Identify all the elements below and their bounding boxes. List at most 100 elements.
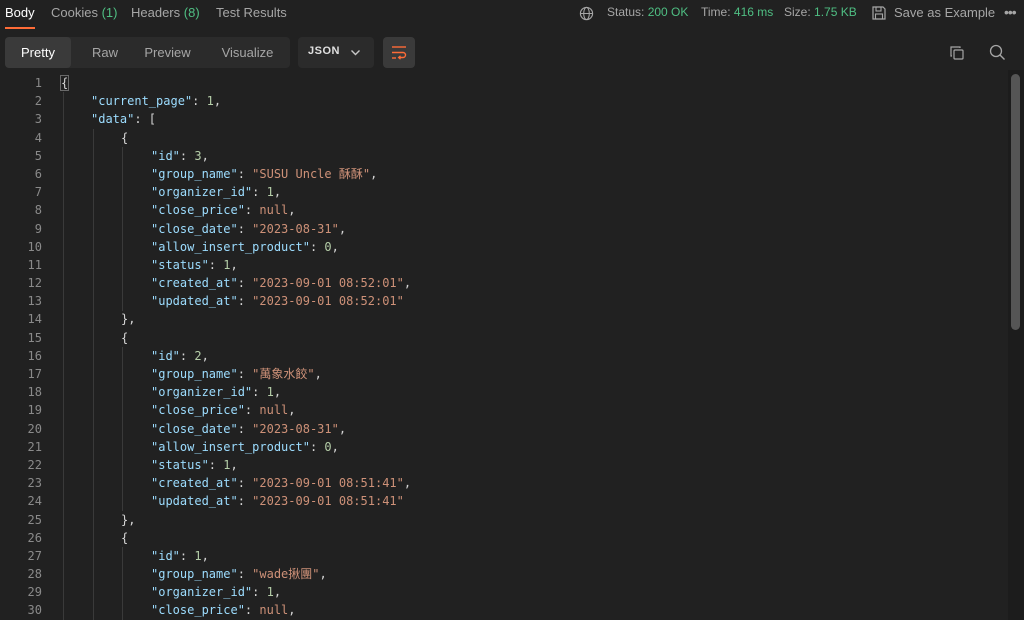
json-token: : [ bbox=[134, 112, 157, 127]
json-token: , bbox=[288, 603, 296, 618]
tab-headers[interactable]: Headers (8) bbox=[131, 5, 200, 20]
tab-test-results[interactable]: Test Results bbox=[216, 5, 287, 20]
code-text: "updated_at": "2023-09-01 08:52:01" bbox=[151, 292, 404, 310]
json-token: : bbox=[237, 276, 253, 291]
code-line: 4{ bbox=[0, 129, 1008, 147]
code-line: 17 "group_name": "萬象水餃", bbox=[0, 365, 1008, 383]
line-number: 12 bbox=[27, 276, 42, 291]
line-number: 6 bbox=[34, 166, 42, 181]
view-raw-button[interactable]: Raw bbox=[71, 37, 139, 68]
code-text: "created_at": "2023-09-01 08:51:41", bbox=[151, 474, 411, 492]
more-icon[interactable]: ••• bbox=[1004, 4, 1017, 20]
code-line: 19 "close_price": null, bbox=[0, 401, 1008, 419]
json-token: 1 bbox=[194, 548, 202, 563]
json-token: "data" bbox=[91, 112, 135, 127]
code-text: "id": 3, bbox=[151, 147, 209, 165]
line-number: 20 bbox=[27, 421, 42, 436]
code-text: "created_at": "2023-09-01 08:52:01", bbox=[151, 274, 411, 292]
json-token: , bbox=[370, 166, 378, 181]
code-line: 16 "id": 2, bbox=[0, 347, 1008, 365]
json-token: "updated_at" bbox=[151, 494, 238, 509]
json-token: "status" bbox=[151, 257, 209, 272]
json-token: , bbox=[230, 457, 238, 472]
json-token: , bbox=[331, 239, 339, 254]
line-number: 30 bbox=[27, 603, 42, 618]
view-visualize-button[interactable]: Visualize bbox=[216, 37, 279, 68]
status-label: Status: bbox=[607, 5, 645, 19]
cookies-count: (1) bbox=[101, 5, 118, 20]
line-number: 27 bbox=[27, 548, 42, 563]
code-line: 8 "close_price": null, bbox=[0, 201, 1008, 219]
code-text: { bbox=[121, 129, 128, 147]
json-token: "wade揪團" bbox=[252, 567, 320, 582]
json-token: 0 bbox=[324, 239, 332, 254]
code-line: 21 "allow_insert_product": 0, bbox=[0, 438, 1008, 456]
json-token: , bbox=[288, 203, 296, 218]
globe-icon[interactable] bbox=[579, 6, 594, 21]
json-token: , bbox=[213, 94, 222, 109]
format-select[interactable]: JSON bbox=[298, 37, 374, 68]
time-info[interactable]: Time: 416 ms bbox=[701, 5, 773, 19]
wrap-lines-button[interactable] bbox=[383, 37, 415, 68]
view-pretty-button[interactable]: Pretty bbox=[5, 37, 71, 68]
json-token: 3 bbox=[194, 148, 202, 163]
code-text: "close_price": null, bbox=[151, 201, 296, 219]
line-number: 14 bbox=[27, 312, 42, 327]
json-token: , bbox=[288, 403, 296, 418]
json-token: "close_date" bbox=[151, 221, 238, 236]
copy-icon[interactable] bbox=[949, 45, 965, 61]
code-line: 25}, bbox=[0, 511, 1008, 529]
search-icon[interactable] bbox=[989, 44, 1006, 61]
json-token: "created_at" bbox=[151, 276, 238, 291]
code-line: 1{ bbox=[0, 74, 1008, 92]
time-value: 416 ms bbox=[733, 5, 774, 19]
json-token: 1 bbox=[266, 585, 274, 600]
code-line: 3 "data": [ bbox=[0, 110, 1008, 128]
code-line: 10 "allow_insert_product": 0, bbox=[0, 238, 1008, 256]
json-token: "close_price" bbox=[151, 203, 245, 218]
json-token: "close_date" bbox=[151, 421, 238, 436]
json-token: "allow_insert_product" bbox=[151, 439, 310, 454]
code-text: { bbox=[121, 329, 128, 347]
code-text: "allow_insert_product": 0, bbox=[151, 238, 339, 256]
view-mode-switcher: Pretty Raw Preview Visualize bbox=[5, 37, 290, 68]
json-token: "group_name" bbox=[151, 567, 238, 582]
size-info[interactable]: Size: 1.75 KB bbox=[784, 5, 857, 19]
tab-headers-label: Headers bbox=[131, 5, 181, 20]
tab-cookies[interactable]: Cookies (1) bbox=[51, 5, 117, 20]
json-token: : bbox=[237, 476, 253, 491]
code-text: }, bbox=[121, 310, 135, 328]
json-token: }, bbox=[121, 312, 136, 327]
line-number: 25 bbox=[27, 512, 42, 527]
json-token: "id" bbox=[151, 548, 180, 563]
save-as-example-button[interactable]: Save as Example bbox=[894, 5, 995, 20]
size-label: Size: bbox=[784, 5, 811, 19]
json-token: "2023-08-31" bbox=[252, 421, 339, 436]
code-line: 11 "status": 1, bbox=[0, 256, 1008, 274]
json-token: "2023-09-01 08:51:41" bbox=[252, 476, 404, 491]
headers-count: (8) bbox=[183, 5, 200, 20]
json-token: : bbox=[208, 257, 224, 272]
view-preview-button[interactable]: Preview bbox=[139, 37, 196, 68]
json-token: , bbox=[338, 421, 347, 436]
save-icon[interactable] bbox=[871, 5, 887, 21]
response-tab-bar: Body Cookies (1) Headers (8) Test Result… bbox=[0, 0, 1024, 30]
line-number: 9 bbox=[34, 221, 42, 236]
json-token: , bbox=[403, 476, 412, 491]
code-text: }, bbox=[121, 511, 135, 529]
json-token: , bbox=[331, 439, 339, 454]
line-number: 16 bbox=[27, 348, 42, 363]
code-text: "updated_at": "2023-09-01 08:51:41" bbox=[151, 492, 404, 510]
scrollbar-thumb[interactable] bbox=[1011, 74, 1020, 330]
tab-body[interactable]: Body bbox=[5, 5, 35, 20]
line-number: 24 bbox=[27, 494, 42, 509]
code-text: "current_page": 1, bbox=[91, 92, 221, 110]
json-token: "created_at" bbox=[151, 476, 238, 491]
json-token: : bbox=[179, 148, 195, 163]
json-token: : bbox=[237, 421, 253, 436]
json-token: "organizer_id" bbox=[151, 185, 253, 200]
code-text: "group_name": "wade揪團", bbox=[151, 565, 327, 583]
code-text: "organizer_id": 1, bbox=[151, 183, 281, 201]
response-body-code[interactable]: 1{2 "current_page": 1, 3 "data": [4{5 "id": … bbox=[0, 74, 1008, 620]
code-line: 6 "group_name": "SUSU Uncle 酥酥", bbox=[0, 165, 1008, 183]
